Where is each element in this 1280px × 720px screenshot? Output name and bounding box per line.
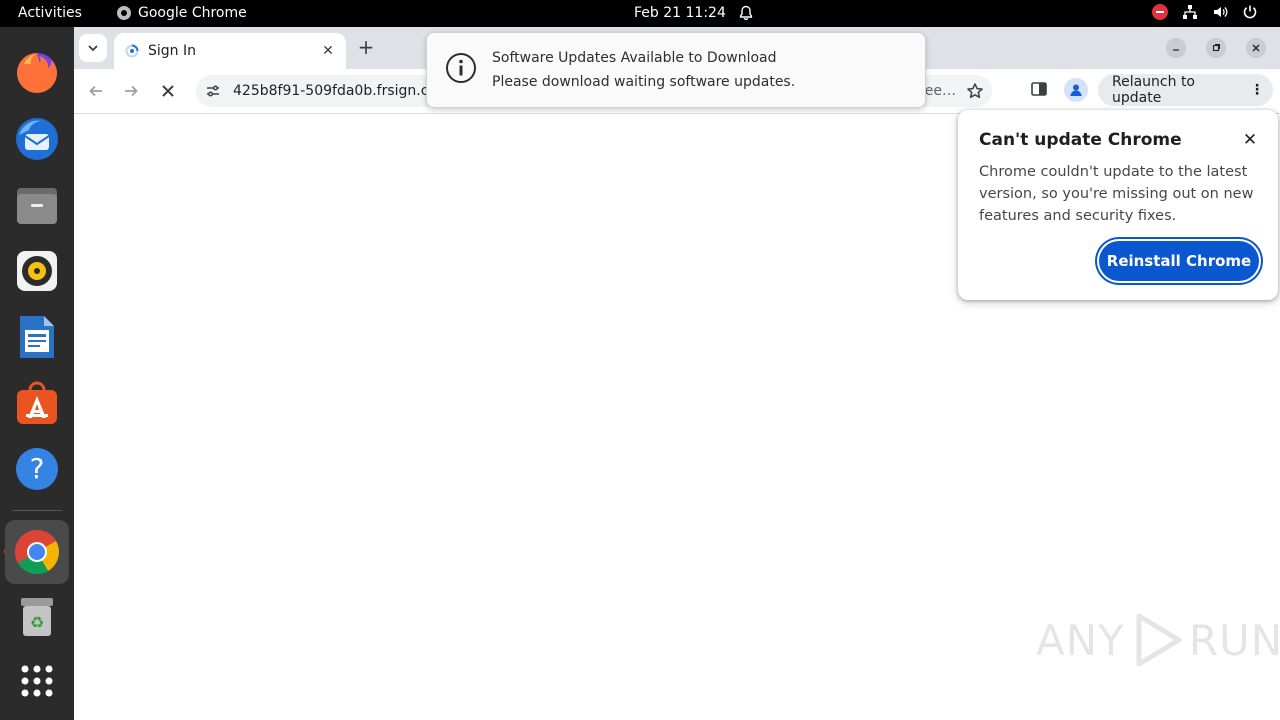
new-tab-button[interactable]: + bbox=[356, 37, 376, 57]
cant-update-chrome-dialog: Can't update Chrome ✕ Chrome couldn't up… bbox=[958, 110, 1278, 300]
arrow-right-icon bbox=[125, 85, 138, 97]
tab-title: Sign In bbox=[148, 43, 196, 59]
info-icon bbox=[446, 53, 476, 83]
relaunch-label: Relaunch to update bbox=[1112, 74, 1196, 106]
relaunch-to-update-button[interactable]: Relaunch to update ⋮ bbox=[1098, 74, 1273, 106]
chevron-down-icon bbox=[88, 45, 98, 52]
stop-loading-button[interactable] bbox=[157, 80, 179, 102]
person-icon bbox=[1070, 84, 1082, 96]
forward-button[interactable] bbox=[120, 80, 142, 102]
minimize-icon bbox=[1173, 49, 1179, 51]
dock-libreoffice-writer[interactable] bbox=[10, 310, 64, 364]
notification-title: Software Updates Available to Download bbox=[492, 50, 777, 66]
dock-google-chrome[interactable] bbox=[5, 520, 69, 584]
close-window-button[interactable] bbox=[1246, 38, 1266, 58]
more-options-icon[interactable]: ⋮ bbox=[1247, 82, 1267, 98]
activities-button[interactable]: Activities bbox=[18, 5, 82, 21]
thunderbird-icon bbox=[16, 118, 58, 160]
firefox-icon bbox=[17, 53, 57, 93]
dialog-close-icon[interactable]: ✕ bbox=[1241, 131, 1259, 149]
trash-icon: ♻ bbox=[21, 598, 53, 636]
network-icon[interactable] bbox=[1182, 4, 1198, 20]
chrome-app-icon bbox=[117, 6, 131, 20]
stop-x-icon bbox=[162, 85, 174, 97]
volume-icon[interactable] bbox=[1212, 4, 1228, 20]
side-panel-icon[interactable] bbox=[1030, 80, 1048, 98]
arrow-left-icon bbox=[89, 85, 102, 97]
power-icon[interactable] bbox=[1242, 4, 1258, 20]
minimize-button[interactable] bbox=[1166, 38, 1186, 58]
dock-thunderbird[interactable] bbox=[10, 112, 64, 166]
tab-close-icon[interactable]: ✕ bbox=[320, 43, 336, 59]
dock-firefox[interactable] bbox=[10, 46, 64, 100]
dock-show-apps[interactable] bbox=[10, 654, 64, 708]
ubuntu-dock: ? ♻ bbox=[0, 27, 74, 720]
dock-trash[interactable]: ♻ bbox=[10, 590, 64, 644]
rhythmbox-icon bbox=[17, 251, 57, 291]
writer-icon bbox=[20, 316, 54, 358]
do-not-disturb-icon[interactable] bbox=[1152, 4, 1168, 20]
software-update-notification[interactable]: Software Updates Available to Download P… bbox=[426, 32, 926, 108]
back-button[interactable] bbox=[85, 80, 107, 102]
site-settings-icon[interactable] bbox=[205, 83, 221, 99]
clock[interactable]: Feb 21 11:24 bbox=[634, 5, 726, 21]
tab-sign-in[interactable]: Sign In ✕ bbox=[114, 33, 346, 69]
restore-icon bbox=[1212, 44, 1220, 52]
profile-button[interactable] bbox=[1064, 78, 1088, 102]
svg-text:?: ? bbox=[30, 452, 45, 485]
dialog-title: Can't update Chrome bbox=[979, 130, 1182, 150]
dialog-message: Chrome couldn't update to the latest ver… bbox=[979, 164, 1254, 224]
notification-body: Please download waiting software updates… bbox=[492, 74, 796, 90]
app-menu-label: Google Chrome bbox=[138, 5, 247, 21]
reinstall-chrome-button[interactable]: Reinstall Chrome bbox=[1099, 241, 1259, 281]
play-logo-icon bbox=[1136, 613, 1182, 667]
anyrun-watermark: ANY RUN bbox=[1036, 612, 1280, 668]
bookmark-star-icon[interactable] bbox=[966, 82, 984, 100]
dock-app-center[interactable] bbox=[10, 376, 64, 430]
google-chrome-icon bbox=[15, 530, 59, 574]
files-icon bbox=[17, 188, 57, 224]
notification-bell-icon[interactable] bbox=[738, 5, 754, 21]
dock-separator bbox=[12, 510, 62, 511]
system-tray[interactable] bbox=[1152, 4, 1258, 20]
loading-spinner-icon bbox=[125, 44, 139, 58]
watermark-right-text: RUN bbox=[1188, 615, 1280, 665]
close-icon bbox=[1252, 44, 1260, 52]
tab-search-button[interactable] bbox=[79, 34, 107, 62]
dock-files[interactable] bbox=[10, 178, 64, 232]
show-apps-grid-icon bbox=[21, 665, 53, 697]
dock-rhythmbox[interactable] bbox=[10, 244, 64, 298]
restore-button[interactable] bbox=[1206, 38, 1226, 58]
gnome-top-bar: Activities Google Chrome Feb 21 11:24 bbox=[0, 0, 1280, 27]
app-center-icon bbox=[17, 381, 57, 424]
svg-text:♻: ♻ bbox=[30, 613, 44, 632]
watermark-left-text: ANY bbox=[1036, 615, 1125, 665]
dock-help[interactable]: ? bbox=[10, 442, 64, 496]
help-icon: ? bbox=[16, 448, 58, 490]
app-menu[interactable]: Google Chrome bbox=[117, 5, 247, 21]
